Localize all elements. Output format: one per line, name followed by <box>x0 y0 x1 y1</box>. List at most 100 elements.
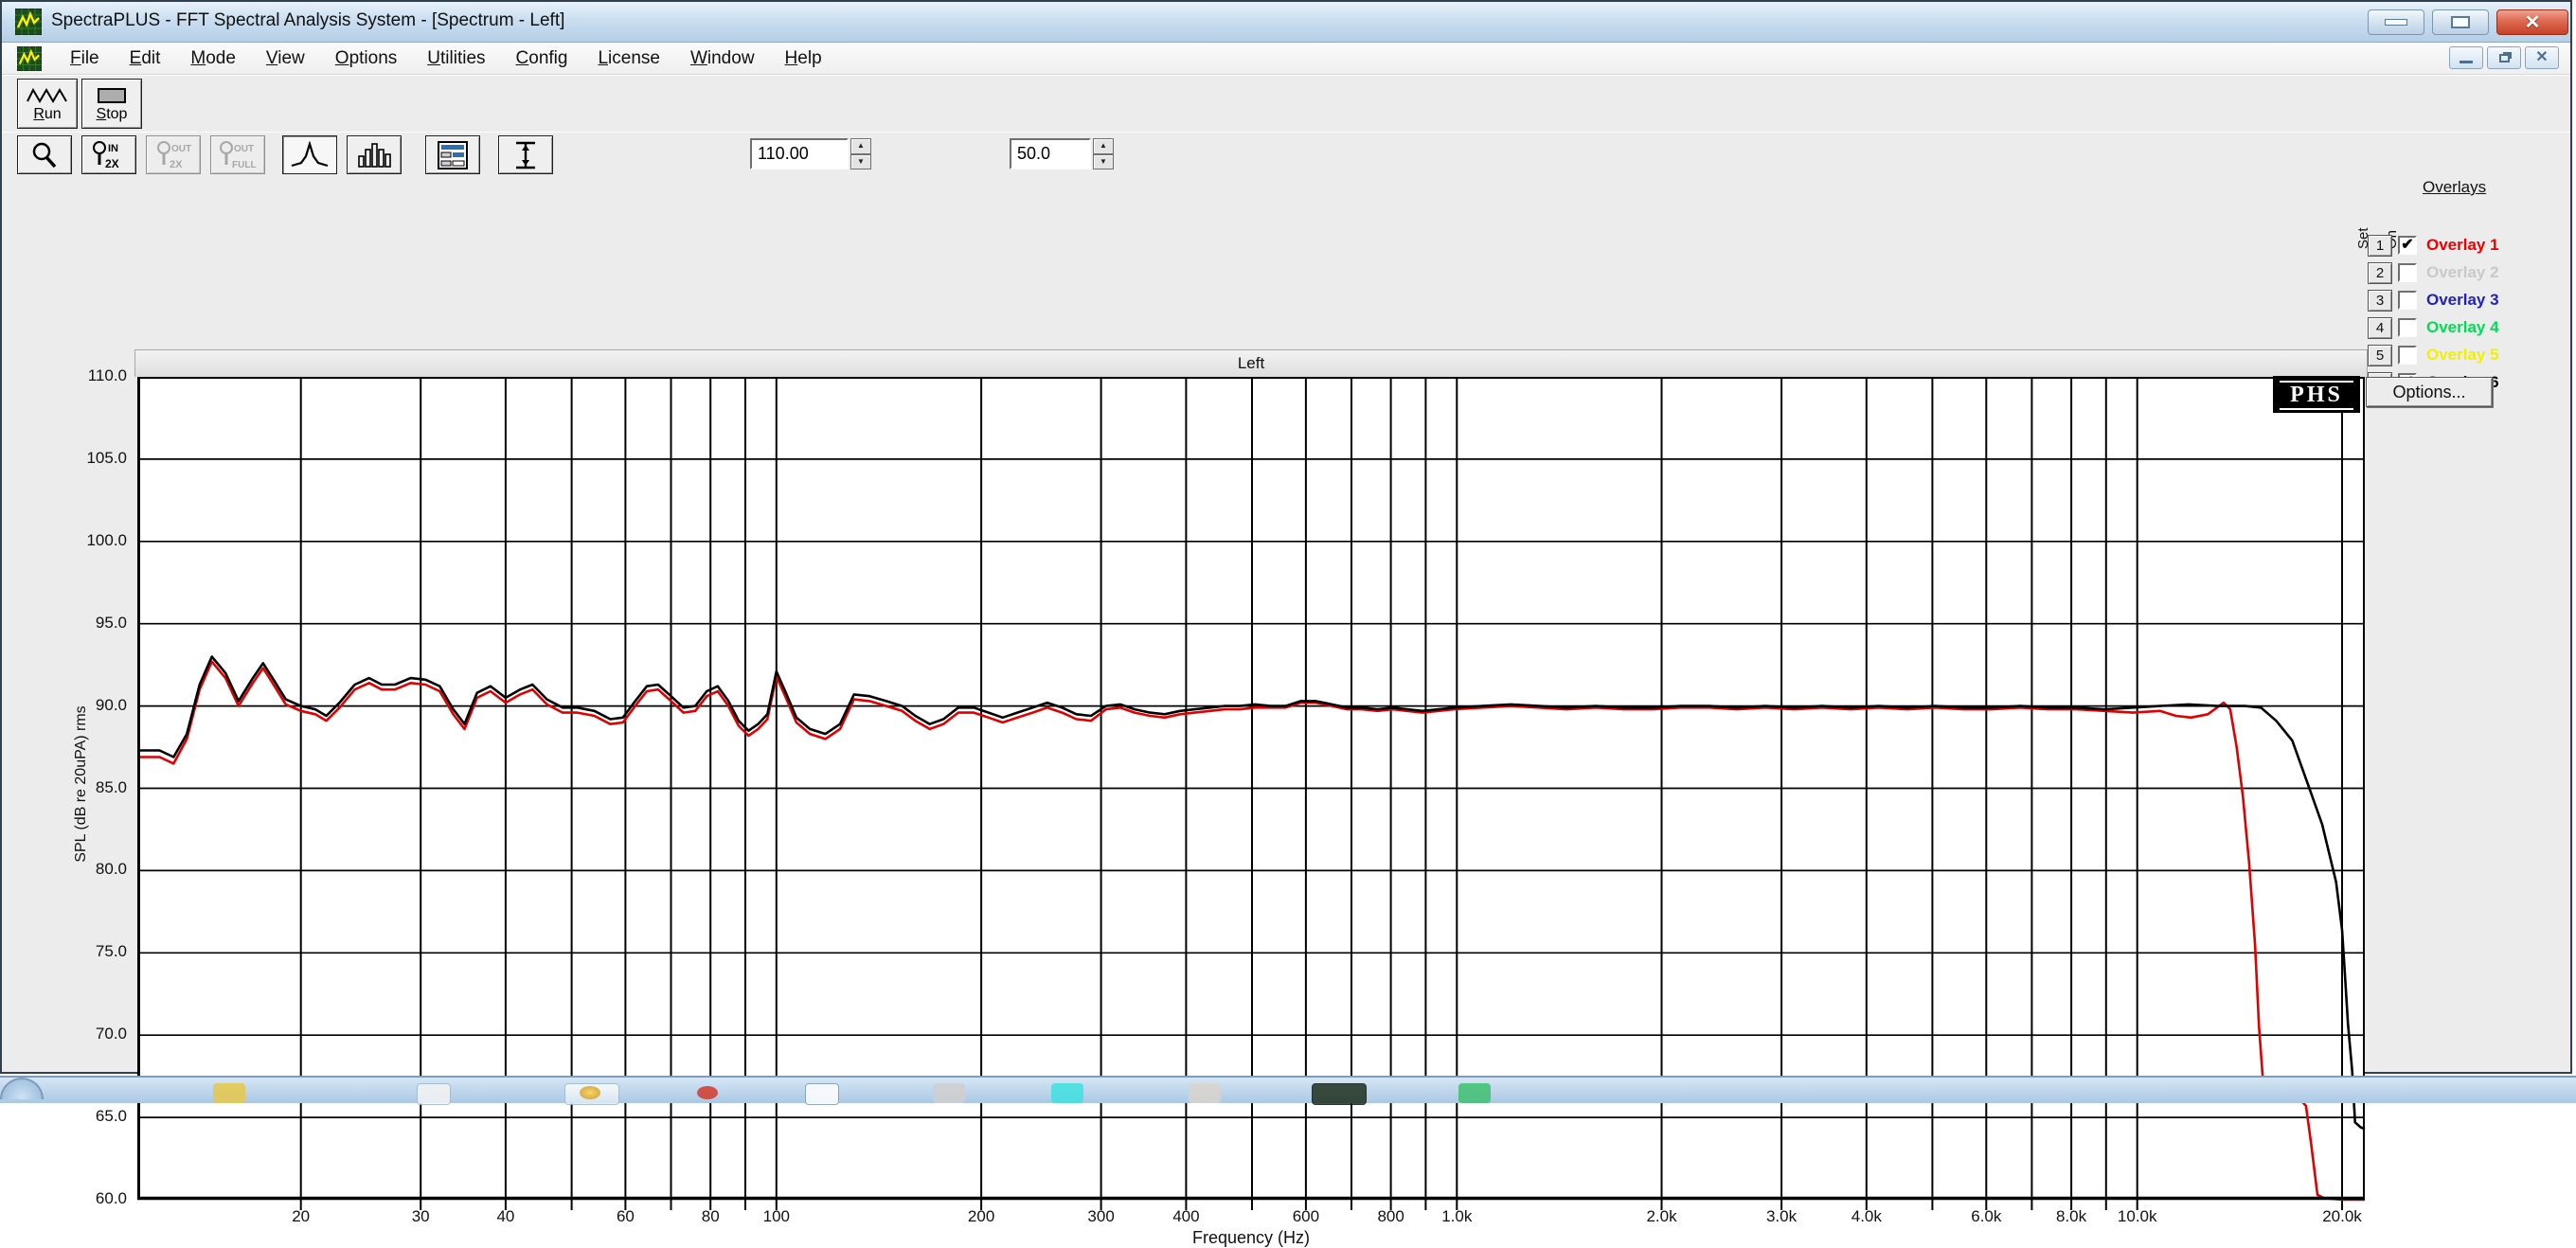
plot-top-spin-down-icon[interactable]: ▼ <box>850 154 871 170</box>
axis-scale-button[interactable] <box>498 135 553 174</box>
x-tick-label: 400 <box>1172 1207 1199 1226</box>
run-button[interactable]: Run <box>17 79 78 129</box>
overlay-options-label: Options... <box>2392 383 2465 402</box>
mdi-minimize-button[interactable] <box>2449 46 2483 69</box>
zoom-button[interactable] <box>17 135 72 174</box>
stop-button[interactable]: Stop <box>81 79 142 129</box>
menu-help[interactable]: Help <box>770 45 837 72</box>
spectrum-curve-icon <box>289 141 331 169</box>
mdi-minimize-icon <box>2460 61 2473 63</box>
plot-region: Left 110.0105.0100.095.090.085.080.075.0… <box>2 175 2570 1072</box>
x-tick-label: 4.0k <box>1852 1207 1882 1226</box>
mdi-close-button[interactable]: ✕ <box>2525 46 2559 69</box>
taskbar-icon[interactable] <box>933 1083 965 1103</box>
zoom-in-2x-button[interactable]: IN 2X <box>81 135 136 174</box>
svg-text:2X: 2X <box>105 157 119 170</box>
y-tick-label: 85.0 <box>2 778 135 797</box>
menu-edit[interactable]: Edit <box>115 45 176 72</box>
overlay-2-set-button[interactable]: 2 <box>2368 262 2392 284</box>
menu-options[interactable]: Options <box>320 45 412 72</box>
run-label: Run <box>33 107 61 122</box>
taskbar-icon[interactable] <box>1312 1083 1367 1105</box>
maximize-icon <box>2451 16 2470 28</box>
y-tick-label: 105.0 <box>2 449 135 468</box>
document-icon <box>17 46 42 71</box>
taskbar-icon[interactable] <box>417 1083 451 1105</box>
spectrum-bar-view-button[interactable] <box>347 135 402 174</box>
menu-license[interactable]: License <box>582 45 675 72</box>
check-icon: ✔ <box>2401 238 2413 253</box>
spectraplus-window: SpectraPLUS - FFT Spectral Analysis Syst… <box>0 0 2572 1074</box>
run-waveform-icon <box>26 86 69 105</box>
x-tick-label: 2.0k <box>1646 1207 1676 1226</box>
x-tick-label: 300 <box>1087 1207 1114 1226</box>
plot-top-spin-up-icon[interactable]: ▲ <box>850 138 871 154</box>
x-tick-label: 3.0k <box>1766 1207 1797 1226</box>
plot-top-input[interactable] <box>750 138 849 169</box>
maximize-button[interactable] <box>2432 9 2489 35</box>
overlay-3-set-button[interactable]: 3 <box>2368 290 2392 312</box>
taskbar-icon[interactable] <box>580 1086 600 1099</box>
plot-range-input[interactable] <box>1010 138 1091 169</box>
zoom-in-2x-icon: IN 2X <box>88 139 130 171</box>
zoom-out-2x-button[interactable]: OUT 2X <box>146 135 201 174</box>
zoom-out-full-button[interactable]: OUT FULL <box>210 135 265 174</box>
overlay-3-on-checkbox[interactable] <box>2398 291 2417 310</box>
x-tick-label: 10.0k <box>2118 1207 2157 1226</box>
plot-range-spin-down-icon[interactable]: ▼ <box>1093 154 1114 170</box>
plot-options-button[interactable] <box>425 135 480 174</box>
stop-label: Stop <box>97 107 128 122</box>
taskbar-icon[interactable] <box>805 1083 839 1105</box>
svg-text:2X: 2X <box>170 159 183 170</box>
overlay-options-button[interactable]: Options... <box>2366 377 2493 407</box>
x-tick-label: 60 <box>617 1207 635 1226</box>
y-tick-label: 75.0 <box>2 942 135 961</box>
overlay-4-on-checkbox[interactable] <box>2398 318 2417 337</box>
plot-range-spinner[interactable]: ▲ ▼ <box>1093 138 1114 169</box>
settings-panel-icon <box>436 140 470 170</box>
spectrum-line-view-button[interactable] <box>282 135 337 174</box>
close-icon: ✕ <box>2525 10 2541 34</box>
taskbar-icon[interactable] <box>1189 1083 1221 1103</box>
menu-view[interactable]: View <box>251 45 320 72</box>
mdi-close-icon: ✕ <box>2535 50 2548 65</box>
close-button[interactable]: ✕ <box>2496 9 2568 35</box>
taskbar-icon[interactable] <box>1458 1083 1491 1103</box>
overlay-2-on-checkbox[interactable] <box>2398 263 2417 282</box>
overlay-3-label: Overlay 3 <box>2426 291 2499 310</box>
menu-utilities[interactable]: Utilities <box>412 45 500 72</box>
taskbar-icon[interactable] <box>213 1083 245 1103</box>
overlay-5-on-checkbox[interactable] <box>2398 346 2417 365</box>
x-tick-label: 6.0k <box>1971 1207 2001 1226</box>
overlay-5-set-button[interactable]: 5 <box>2368 345 2392 366</box>
x-tick-label: 8.0k <box>2056 1207 2086 1226</box>
overlay-1-set-button[interactable]: 1 <box>2368 235 2392 257</box>
y-axis-title: SPL (dB re 20uPA) rms <box>73 642 90 926</box>
channel-title: Left <box>1238 354 1264 373</box>
channel-title-strip: Left <box>134 349 2368 377</box>
windows-taskbar[interactable] <box>0 1076 2576 1103</box>
menu-file[interactable]: File <box>55 45 115 72</box>
y-tick-label: 110.0 <box>2 366 135 385</box>
overlay-4-set-button[interactable]: 4 <box>2368 317 2392 339</box>
y-tick-label: 70.0 <box>2 1025 135 1043</box>
menu-config[interactable]: Config <box>501 45 583 72</box>
taskbar-icon[interactable] <box>1051 1083 1083 1103</box>
mdi-restore-button[interactable] <box>2487 46 2521 69</box>
menu-window[interactable]: Window <box>675 45 770 72</box>
minimize-button[interactable] <box>2368 9 2424 35</box>
magnifier-icon <box>28 140 61 170</box>
title-bar[interactable]: SpectraPLUS - FFT Spectral Analysis Syst… <box>2 2 2570 43</box>
plot-top-spinner[interactable]: ▲ ▼ <box>850 138 871 169</box>
overlay-2-label: Overlay 2 <box>2426 263 2499 282</box>
minimize-icon <box>2385 19 2407 26</box>
y-tick-label: 95.0 <box>2 614 135 633</box>
start-orb-icon[interactable] <box>0 1078 44 1099</box>
overlay-1-on-checkbox[interactable]: ✔ <box>2398 236 2417 255</box>
y-tick-label: 80.0 <box>2 860 135 879</box>
menu-mode[interactable]: Mode <box>175 45 251 72</box>
taskbar-icon[interactable] <box>697 1086 718 1099</box>
zoom-out-full-icon: OUT FULL <box>216 139 259 171</box>
svg-text:FULL: FULL <box>232 160 257 170</box>
plot-range-spin-up-icon[interactable]: ▲ <box>1093 138 1114 154</box>
